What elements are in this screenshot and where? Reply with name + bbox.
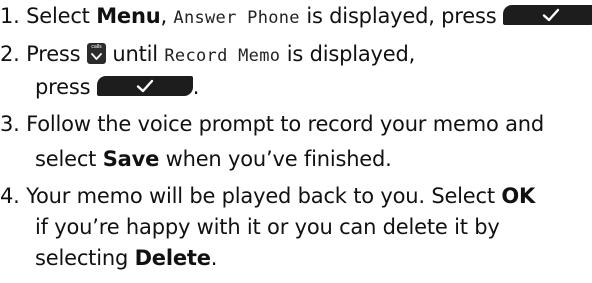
step-1: 1. Select Menu, Answer Phone is displaye… bbox=[0, 2, 592, 32]
step-1-number: 1. bbox=[0, 4, 20, 28]
ok-key-icon bbox=[96, 76, 193, 96]
step-1-display-text: Answer Phone bbox=[173, 8, 300, 28]
step-3-number: 3. bbox=[0, 112, 20, 136]
step-4-number: 4. bbox=[0, 184, 20, 208]
ok-key-icon bbox=[502, 5, 592, 25]
step-2-press-text-2: press bbox=[35, 75, 91, 99]
calls-key-icon: calls bbox=[86, 43, 106, 64]
step-2-display-text: Record Memo bbox=[164, 46, 281, 66]
step-2-until-text: until bbox=[112, 42, 158, 66]
step-2-instruction: is displayed, bbox=[286, 42, 416, 66]
step-4-line-2: if you’re happy with it or you can delet… bbox=[35, 215, 500, 239]
step-1-comma: , bbox=[160, 4, 167, 28]
step-3-save-term: Save bbox=[102, 147, 160, 171]
step-2-period: . bbox=[192, 75, 200, 99]
step-2-continued: press . bbox=[35, 73, 199, 101]
step-3-line-1: Follow the voice prompt to record your m… bbox=[26, 112, 544, 136]
step-1-select-text: Select bbox=[26, 4, 90, 28]
step-3-continued: select Save when you’ve finished. bbox=[35, 145, 392, 173]
step-3: 3. Follow the voice prompt to record you… bbox=[0, 110, 544, 138]
step-1-instruction: is displayed, press bbox=[306, 4, 497, 28]
step-4: 4. Your memo will be played back to you.… bbox=[0, 182, 535, 210]
step-2: 2. Press calls until Record Memo is disp… bbox=[0, 40, 415, 70]
step-4-selecting-text: selecting bbox=[35, 246, 129, 270]
instructions-document: 1. Select Menu, Answer Phone is displaye… bbox=[0, 0, 592, 283]
step-4-continued: if you’re happy with it or you can delet… bbox=[35, 213, 500, 241]
step-2-press-text: Press bbox=[26, 42, 81, 66]
step-3-select-text: select bbox=[35, 147, 97, 171]
step-4-continued-2: selecting Delete. bbox=[35, 244, 217, 272]
check-mark-icon bbox=[136, 79, 153, 93]
step-1-menu-term: Menu bbox=[96, 4, 161, 28]
calls-key-label: calls bbox=[91, 44, 102, 50]
check-mark-icon bbox=[542, 8, 560, 22]
step-4-ok-term: OK bbox=[501, 184, 536, 208]
step-4-delete-term: Delete bbox=[134, 246, 211, 270]
step-3-rest: when you’ve finished. bbox=[165, 147, 392, 171]
step-4-line-1: Your memo will be played back to you. Se… bbox=[26, 184, 495, 208]
step-2-number: 2. bbox=[0, 42, 20, 66]
step-4-period: . bbox=[210, 246, 218, 270]
scroll-down-icon bbox=[90, 53, 102, 60]
